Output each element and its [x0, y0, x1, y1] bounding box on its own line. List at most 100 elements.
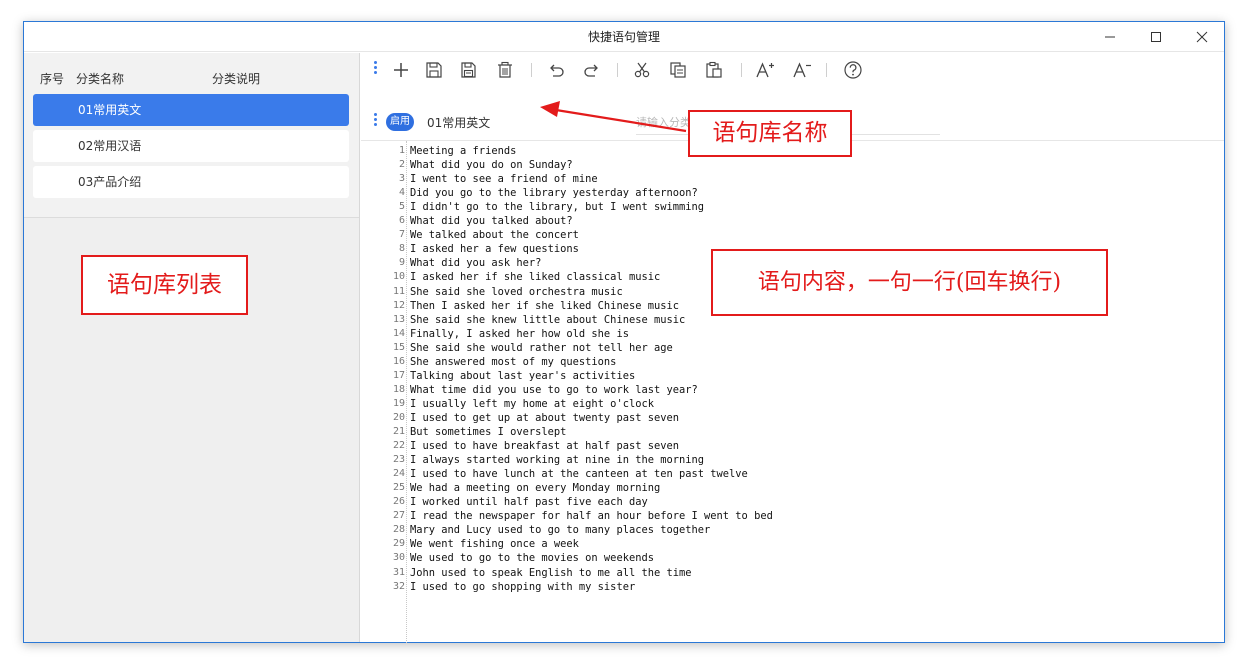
- line-number: 3: [398, 173, 405, 185]
- line-number: 27: [392, 510, 405, 522]
- line-number: 1: [398, 145, 405, 156]
- maximize-button[interactable]: [1133, 22, 1179, 52]
- line-text: Meeting a friends: [410, 145, 517, 157]
- line-text: What did you do on Sunday?: [410, 159, 573, 172]
- line-number: 7: [398, 229, 405, 241]
- font-increase-button[interactable]: [752, 58, 778, 82]
- line-number: 6: [398, 215, 405, 227]
- redo-icon: [584, 64, 598, 77]
- category-item-label: 03产品介绍: [78, 175, 142, 189]
- editor-line[interactable]: 15 She said she would rather not tell her…: [361, 341, 1221, 355]
- editor-line[interactable]: 24 I used to have lunch at the canteen at…: [361, 467, 1221, 481]
- editor-line[interactable]: 32 I used to go shopping with my sister: [361, 580, 1221, 594]
- copy-button[interactable]: [665, 58, 691, 82]
- delete-button[interactable]: [492, 58, 518, 82]
- editor-line[interactable]: 18 What time did you use to go to work la…: [361, 383, 1221, 397]
- line-text: Finally, I asked her how old she is: [410, 327, 629, 340]
- save-button[interactable]: [421, 58, 447, 82]
- paste-icon: [706, 61, 722, 78]
- editor-line[interactable]: 22 I used to have breakfast at half past …: [361, 439, 1221, 453]
- editor-line[interactable]: 21 But sometimes I overslept: [361, 425, 1221, 439]
- line-text: John used to speak English to me all the…: [410, 566, 692, 579]
- line-number: 17: [392, 369, 405, 381]
- close-button[interactable]: [1179, 22, 1225, 52]
- editor-line[interactable]: 31 John used to speak English to me all t…: [361, 566, 1221, 580]
- close-icon: [1196, 31, 1208, 43]
- paste-button[interactable]: [701, 58, 727, 82]
- category-grip-icon[interactable]: [374, 113, 378, 128]
- editor-line[interactable]: 17 Talking about last year's activities: [361, 369, 1221, 383]
- editor-line[interactable]: 5 I didn't go to the library, but I went …: [361, 200, 1221, 214]
- save-all-button[interactable]: [456, 58, 482, 82]
- line-number: 5: [398, 201, 405, 213]
- line-text: She said she knew little about Chinese m…: [410, 313, 686, 326]
- line-text: She said she loved orchestra music: [410, 285, 623, 298]
- editor-line[interactable]: 20 I used to get up at about twenty past …: [361, 411, 1221, 425]
- sentence-editor[interactable]: 1 Meeting a friends 2 What did you do on Su…: [361, 140, 1224, 643]
- category-item-english[interactable]: 01常用英文: [33, 94, 349, 126]
- column-header-desc: 分类说明: [212, 72, 261, 86]
- editor-line[interactable]: 3 I went to see a friend of mine: [361, 172, 1221, 186]
- line-text: We talked about the concert: [410, 229, 579, 242]
- help-icon: [844, 61, 862, 79]
- editor-line[interactable]: 23 I always started working at nine in th…: [361, 453, 1221, 467]
- line-number: 2: [398, 159, 405, 171]
- line-text: I asked her if she liked classical music: [410, 271, 661, 284]
- line-text: I always started working at nine in the …: [410, 454, 705, 467]
- line-text: I used to go shopping with my sister: [410, 580, 636, 593]
- editor-line[interactable]: 30 We used to go to the movies on weekend…: [361, 551, 1221, 565]
- enabled-badge[interactable]: 启用: [386, 113, 414, 131]
- window-title: 快捷语句管理: [587, 30, 660, 44]
- undo-button[interactable]: [543, 58, 569, 82]
- help-button[interactable]: [840, 58, 866, 82]
- editor-line[interactable]: 2 What did you do on Sunday?: [361, 158, 1221, 172]
- line-number: 15: [392, 341, 405, 353]
- undo-icon: [550, 64, 564, 77]
- line-number: 21: [392, 426, 405, 437]
- editor-line[interactable]: 27 I read the newspaper for half an hour …: [361, 509, 1221, 523]
- line-number: 16: [392, 355, 405, 367]
- category-list: 序号 分类名称 分类说明 01常用英文 02常用汉语 03产品介绍: [24, 53, 359, 218]
- font-decrease-button[interactable]: [789, 58, 815, 82]
- editor-line[interactable]: 19 I usually left my home at eight o'cloc…: [361, 397, 1221, 411]
- category-item-label: 02常用汉语: [78, 139, 142, 153]
- editor-line[interactable]: 28 Mary and Lucy used to go to many place…: [361, 523, 1221, 537]
- line-number: 4: [398, 187, 405, 199]
- annotation-content-note: 语句内容，一句一行(回车换行): [711, 249, 1108, 316]
- editor-line[interactable]: 4 Did you go to the library yesterday aft…: [361, 186, 1221, 200]
- font-increase-icon: [756, 62, 774, 78]
- column-header-index: 序号: [40, 72, 65, 86]
- column-header-name: 分类名称: [76, 72, 125, 86]
- copy-icon: [670, 62, 686, 78]
- line-number: 25: [392, 482, 405, 494]
- toolbar-separator: [741, 63, 742, 77]
- editor-line[interactable]: 16 She answered most of my questions: [361, 355, 1221, 369]
- editor-line[interactable]: 6 What did you talked about?: [361, 214, 1221, 228]
- line-text: I used to get up at about twenty past se…: [410, 411, 679, 424]
- line-text: I didn't go to the library, but I went s…: [410, 201, 705, 214]
- line-number: 10: [392, 271, 405, 283]
- toolbar-separator: [617, 63, 618, 77]
- category-item-chinese[interactable]: 02常用汉语: [33, 130, 349, 162]
- line-text: Did you go to the library yesterday afte…: [410, 187, 698, 200]
- line-text: Talking about last year's activities: [410, 369, 636, 382]
- line-number: 24: [392, 468, 405, 480]
- line-text: We had a meeting on every Monday morning: [410, 482, 661, 495]
- category-item-product[interactable]: 03产品介绍: [33, 166, 349, 198]
- minimize-button[interactable]: [1087, 22, 1133, 52]
- editor-line[interactable]: 25 We had a meeting on every Monday morni…: [361, 481, 1221, 495]
- add-button[interactable]: [388, 58, 414, 82]
- editor-line[interactable]: 26 I worked until half past five each day: [361, 495, 1221, 509]
- editor-line[interactable]: 29 We went fishing once a week: [361, 537, 1221, 551]
- toolbar-grip-icon[interactable]: [374, 61, 378, 76]
- redo-button[interactable]: [579, 58, 605, 82]
- cut-button[interactable]: [629, 58, 655, 82]
- category-name-input[interactable]: [427, 111, 627, 133]
- toolbar-separator: [826, 63, 827, 77]
- line-text: I went to see a friend of mine: [410, 173, 598, 186]
- line-text: She answered most of my questions: [410, 355, 617, 368]
- editor-line[interactable]: 14 Finally, I asked her how old she is: [361, 327, 1221, 341]
- editor-line[interactable]: 7 We talked about the concert: [361, 228, 1221, 242]
- line-text: Then I asked her if she liked Chinese mu…: [410, 299, 679, 312]
- line-number: 32: [392, 580, 405, 592]
